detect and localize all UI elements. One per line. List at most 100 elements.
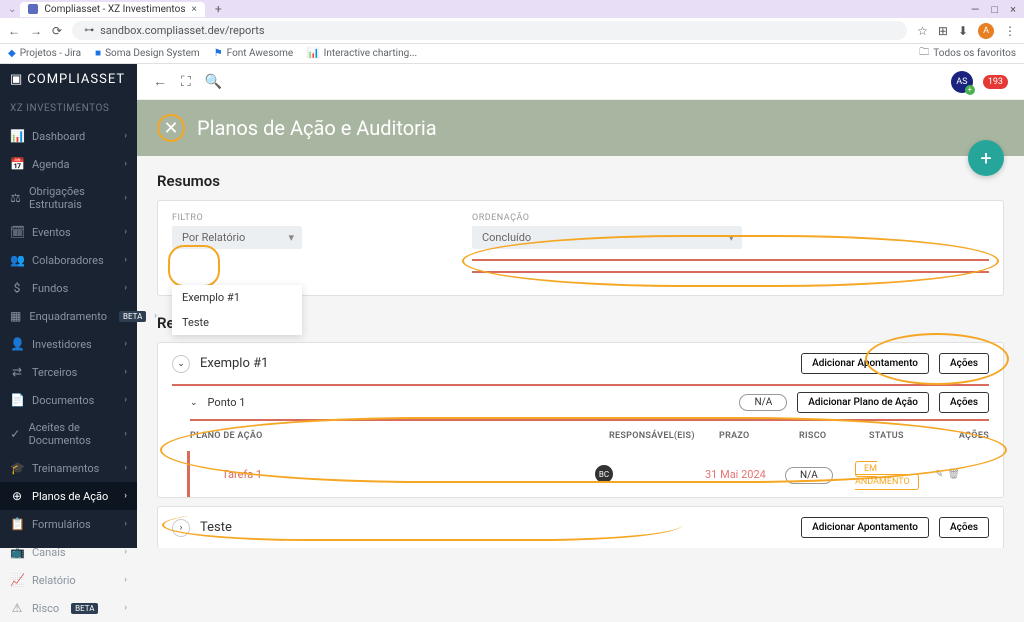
report-card-2: › Teste Adicionar Apontamento Ações (157, 506, 1004, 548)
tab-close[interactable]: × (191, 4, 196, 15)
star-icon[interactable]: ☆ (917, 24, 928, 38)
acoes-button[interactable]: Ações (939, 392, 989, 413)
expand-icon-chevron[interactable]: › (172, 519, 190, 537)
acoes-button[interactable]: Ações (939, 353, 989, 374)
forward-icon[interactable]: → (30, 24, 42, 38)
col-prazo: PRAZO (719, 431, 799, 441)
sidebar-item-agenda[interactable]: 📅Agenda› (0, 150, 137, 178)
chevron-right-icon: › (124, 159, 127, 169)
maximize-icon[interactable]: □ (991, 3, 998, 16)
collapse-icon[interactable]: ⌄ (172, 355, 190, 373)
nav-icon: ✓ (10, 427, 21, 441)
all-favorites-link[interactable]: Todos os favoritos (933, 48, 1016, 59)
responsavel-avatar[interactable]: BC (595, 465, 613, 483)
sidebar-item-formulários[interactable]: 📋Formulários› (0, 510, 137, 538)
sidebar-item-treinamentos[interactable]: 🎓Treinamentos› (0, 454, 137, 482)
page-header: ✕ Planos de Ação e Auditoria + (137, 100, 1024, 156)
bookmark-fa[interactable]: ⚑Font Awesome (214, 48, 294, 59)
ponto-expand-icon[interactable]: ⌄ (190, 398, 198, 408)
close-window-icon[interactable]: × (1010, 3, 1016, 16)
sidebar-item-canais[interactable]: 📺Canais› (0, 538, 137, 566)
nav-icon: ⚠ (10, 601, 24, 615)
nav-icon: 👤 (10, 337, 24, 351)
nav-icon: ▦ (10, 309, 21, 323)
table-row[interactable]: Tarefa 1 BC 31 Mai 2024 N/A EM ANDAMENTO… (187, 451, 989, 497)
nav-label: Canais (32, 546, 66, 559)
logo[interactable]: ▣ COMPLIASSET (0, 64, 137, 95)
edit-icon[interactable]: ✎ (935, 469, 943, 480)
nav-icon: 🎓 (10, 461, 24, 475)
chevron-right-icon: › (124, 395, 127, 405)
sidebar-item-risco[interactable]: ⚠RiscoBETA› (0, 594, 137, 622)
col-acoes: AÇÕES (949, 431, 989, 441)
sidebar-item-aceites-de-documentos[interactable]: ✓Aceites de Documentos› (0, 414, 137, 454)
nav-label: Obrigações Estruturais (29, 185, 116, 211)
bookmark-charting[interactable]: 📊Interactive charting... (307, 48, 417, 59)
ordenacao-select[interactable]: Concluído (472, 226, 742, 249)
notification-badge[interactable]: 193 (983, 75, 1008, 89)
sidebar-item-relatório[interactable]: 📈Relatório› (0, 566, 137, 594)
nav-badge: BETA (119, 311, 146, 322)
nav-icon: ⇄ (10, 365, 24, 379)
browser-tab-bar: ⌄ Compliasset - XZ Investimentos × + — □… (0, 0, 1024, 18)
sidebar-item-obrigações-estruturais[interactable]: ⚖Obrigações Estruturais› (0, 178, 137, 218)
back-arrow-icon[interactable]: ← (153, 73, 167, 90)
search-icon[interactable]: 🔍 (205, 74, 222, 90)
sidebar: ▣ COMPLIASSET XZ INVESTIMENTOS 📊Dashboar… (0, 64, 137, 548)
bookmarks-bar: ◆Projetos - Jira ■Soma Design System ⚑Fo… (0, 44, 1024, 64)
new-tab-button[interactable]: + (209, 0, 228, 18)
chevron-right-icon: › (124, 193, 127, 203)
sidebar-item-investidores[interactable]: 👤Investidores› (0, 330, 137, 358)
filtro-option-1[interactable]: Exemplo #1 (172, 285, 302, 310)
address-bar: ← → ⟳ ⊶ sandbox.compliasset.dev/reports … (0, 18, 1024, 44)
url-input[interactable]: ⊶ sandbox.compliasset.dev/reports (72, 21, 907, 40)
sidebar-item-fundos[interactable]: $Fundos› (0, 274, 137, 302)
filtro-option-2[interactable]: Teste (172, 310, 302, 335)
progress-bar (472, 271, 989, 273)
sidebar-item-eventos[interactable]: 🗓Eventos› (0, 218, 137, 246)
tab-title: Compliasset - XZ Investimentos (44, 4, 185, 15)
browser-tab[interactable]: Compliasset - XZ Investimentos × (20, 2, 204, 17)
delete-icon[interactable]: 🗑 (947, 469, 960, 480)
chevron-right-icon: › (124, 131, 127, 141)
chevron-right-icon: › (124, 367, 127, 377)
acoes-button[interactable]: Ações (939, 517, 989, 538)
progress-bar (472, 259, 989, 261)
filtro-dropdown: Exemplo #1 Teste (172, 285, 302, 335)
minimize-icon[interactable]: — (971, 3, 980, 16)
adicionar-apontamento-button[interactable]: Adicionar Apontamento (801, 353, 929, 374)
chevron-right-icon: › (124, 429, 127, 439)
expand-icon[interactable]: ⛶ (181, 74, 191, 90)
menu-dots-icon[interactable]: ⋮ (1004, 24, 1016, 38)
status-pill: EM ANDAMENTO (855, 461, 919, 490)
back-icon[interactable]: ← (8, 24, 20, 38)
adicionar-apontamento-button[interactable]: Adicionar Apontamento (801, 517, 929, 538)
profile-avatar[interactable]: A (978, 23, 994, 39)
table-header: PLANO DE AÇÃO RESPONSÁVEL(EIS) PRAZO RIS… (158, 421, 1003, 451)
sidebar-item-enquadramento[interactable]: ▦EnquadramentoBETA› (0, 302, 137, 330)
folder-icon: 🗀 (919, 45, 929, 62)
sidebar-item-dashboard[interactable]: 📊Dashboard› (0, 122, 137, 150)
sidebar-item-terceiros[interactable]: ⇄Terceiros› (0, 358, 137, 386)
sidebar-item-planos-de-ação[interactable]: ⊕Planos de Ação› (0, 482, 137, 510)
report-name: Exemplo #1 (200, 356, 268, 371)
sidebar-item-documentos[interactable]: 📄Documentos› (0, 386, 137, 414)
extensions-icon[interactable]: ⊞ (938, 24, 948, 38)
col-risco: RISCO (799, 431, 869, 441)
user-avatar[interactable]: AS + (951, 71, 973, 93)
bookmark-jira[interactable]: ◆Projetos - Jira (8, 48, 81, 59)
menu-icon[interactable]: ⌄ (8, 4, 16, 15)
nav-icon: 👥 (10, 253, 24, 267)
reload-icon[interactable]: ⟳ (52, 24, 62, 38)
download-icon[interactable]: ⬇ (958, 24, 968, 38)
tarefa-name: Tarefa 1 (222, 468, 595, 481)
sidebar-item-colaboradores[interactable]: 👥Colaboradores› (0, 246, 137, 274)
filtro-select[interactable]: Por Relatório (172, 226, 302, 249)
chevron-right-icon: › (124, 603, 127, 613)
col-responsavel: RESPONSÁVEL(EIS) (609, 431, 719, 441)
nav-label: Relatório (32, 574, 76, 587)
fab-add-button[interactable]: + (968, 140, 1004, 176)
site-info-icon[interactable]: ⊶ (84, 25, 94, 36)
bookmark-soma[interactable]: ■Soma Design System (95, 48, 200, 59)
adicionar-plano-button[interactable]: Adicionar Plano de Ação (797, 392, 929, 413)
